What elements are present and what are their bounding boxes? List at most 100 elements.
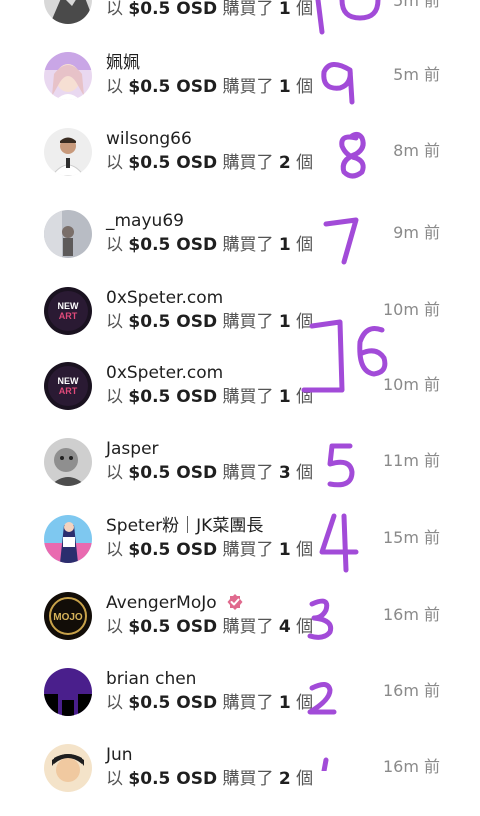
quantity-unit: 個 <box>296 540 314 560</box>
purchase-prefix: 以 <box>106 153 123 173</box>
buyer-name[interactable]: Jun <box>106 744 133 766</box>
buyer-name[interactable]: Jasper <box>106 438 159 460</box>
avatar[interactable]: MOJO <box>44 592 92 640</box>
quantity-unit: 個 <box>296 312 314 332</box>
price: $0.5 OSD <box>128 312 218 332</box>
purchase-verb: 購買了 <box>222 0 274 19</box>
timestamp: 16m 前 <box>382 605 440 624</box>
avatar[interactable] <box>44 210 92 258</box>
purchase-verb: 購買了 <box>222 387 274 407</box>
purchase-detail: 以 $0.5 OSD 購買了 1 個 <box>106 386 313 408</box>
price: $0.5 OSD <box>128 769 218 789</box>
avatar[interactable] <box>44 438 92 486</box>
quantity: 1 <box>278 693 291 713</box>
price: $0.5 OSD <box>128 693 218 713</box>
purchase-detail: 以 $0.5 OSD 購買了 1 個 <box>106 0 313 20</box>
timestamp: 8m 前 <box>393 141 440 160</box>
purchase-prefix: 以 <box>106 312 123 332</box>
list-item[interactable]: brian chen 以 $0.5 OSD 購買了 1 個 16m 前 <box>0 668 480 740</box>
list-item[interactable]: wilsong66 以 $0.5 OSD 購買了 2 個 8m 前 <box>0 128 480 200</box>
avatar[interactable] <box>44 668 92 716</box>
list-item[interactable]: _mayu69 以 $0.5 OSD 購買了 1 個 9m 前 <box>0 210 480 282</box>
timestamp: 16m 前 <box>382 681 440 700</box>
quantity: 3 <box>278 463 291 483</box>
buyer-name[interactable]: AvengerMoJo <box>106 592 244 614</box>
quantity: 1 <box>278 312 291 332</box>
quantity-unit: 個 <box>296 617 314 637</box>
purchase-detail: 以 $0.5 OSD 購買了 2 個 <box>106 768 313 790</box>
price: $0.5 OSD <box>128 387 218 407</box>
timestamp: 15m 前 <box>382 528 440 547</box>
svg-text:NEW: NEW <box>58 301 80 311</box>
list-item[interactable]: MOJO AvengerMoJo 以 $0.5 OSD 購買了 4 個 16m … <box>0 592 480 664</box>
purchase-verb: 購買了 <box>222 235 274 255</box>
price: $0.5 OSD <box>128 463 218 483</box>
timestamp: 10m 前 <box>382 300 440 319</box>
avatar[interactable] <box>44 744 92 792</box>
purchase-verb: 購買了 <box>222 312 274 332</box>
purchase-detail: 以 $0.5 OSD 購買了 1 個 <box>106 692 313 714</box>
list-item[interactable]: Jun 以 $0.5 OSD 購買了 2 個 16m 前 <box>0 744 480 816</box>
quantity: 1 <box>278 235 291 255</box>
list-item[interactable]: Speter粉｜JK菜團長 以 $0.5 OSD 購買了 1 個 15m 前 <box>0 515 480 587</box>
verified-badge-icon <box>227 594 243 610</box>
avatar[interactable]: NEW ART <box>44 287 92 335</box>
purchase-detail: 以 $0.5 OSD 購買了 1 個 <box>106 539 313 561</box>
buyer-name[interactable]: _mayu69 <box>106 210 184 232</box>
svg-text:ART: ART <box>59 311 78 321</box>
list-item[interactable]: 以 $0.5 OSD 購買了 1 個 5m 前 <box>0 0 480 58</box>
svg-text:MOJO: MOJO <box>53 612 83 623</box>
purchase-prefix: 以 <box>106 0 123 19</box>
quantity-unit: 個 <box>296 153 314 173</box>
buyer-name[interactable]: wilsong66 <box>106 128 192 150</box>
purchase-detail: 以 $0.5 OSD 購買了 1 個 <box>106 311 313 333</box>
list-item[interactable]: 姵姵 以 $0.5 OSD 購買了 1 個 5m 前 <box>0 52 480 124</box>
quantity: 2 <box>278 769 291 789</box>
avatar[interactable] <box>44 0 92 24</box>
quantity: 1 <box>278 540 291 560</box>
purchase-detail: 以 $0.5 OSD 購買了 1 個 <box>106 234 313 256</box>
buyer-name-text: AvengerMoJo <box>106 593 217 613</box>
buyer-name[interactable]: brian chen <box>106 668 196 690</box>
timestamp: 9m 前 <box>393 223 440 242</box>
price: $0.5 OSD <box>128 77 218 97</box>
buyer-name[interactable]: 0xSpeter.com <box>106 362 223 384</box>
quantity-unit: 個 <box>296 693 314 713</box>
timestamp: 10m 前 <box>382 375 440 394</box>
purchase-detail: 以 $0.5 OSD 購買了 4 個 <box>106 616 313 638</box>
purchase-verb: 購買了 <box>222 540 274 560</box>
purchase-verb: 購買了 <box>222 769 274 789</box>
quantity: 1 <box>278 0 291 19</box>
list-item[interactable]: NEW ART 0xSpeter.com 以 $0.5 OSD 購買了 1 個 … <box>0 362 480 434</box>
list-item[interactable]: NEW ART 0xSpeter.com 以 $0.5 OSD 購買了 1 個 … <box>0 287 480 359</box>
purchase-prefix: 以 <box>106 617 123 637</box>
list-item[interactable]: Jasper 以 $0.5 OSD 購買了 3 個 11m 前 <box>0 438 480 510</box>
purchase-prefix: 以 <box>106 769 123 789</box>
buyer-name[interactable]: 0xSpeter.com <box>106 287 223 309</box>
quantity-unit: 個 <box>296 463 314 483</box>
price: $0.5 OSD <box>128 617 218 637</box>
quantity-unit: 個 <box>296 0 314 19</box>
quantity: 1 <box>278 387 291 407</box>
avatar[interactable]: NEW ART <box>44 362 92 410</box>
timestamp: 5m 前 <box>393 0 440 10</box>
purchase-prefix: 以 <box>106 463 123 483</box>
purchase-prefix: 以 <box>106 540 123 560</box>
purchase-feed: 以 $0.5 OSD 購買了 1 個 5m 前 姵姵 以 $0.5 OSD 購買… <box>0 0 480 792</box>
quantity: 4 <box>278 617 291 637</box>
quantity: 1 <box>278 77 291 97</box>
avatar[interactable] <box>44 128 92 176</box>
avatar[interactable] <box>44 52 92 100</box>
price: $0.5 OSD <box>128 0 218 19</box>
avatar[interactable] <box>44 515 92 563</box>
purchase-prefix: 以 <box>106 693 123 713</box>
purchase-verb: 購買了 <box>222 617 274 637</box>
timestamp: 16m 前 <box>382 757 440 776</box>
purchase-detail: 以 $0.5 OSD 購買了 3 個 <box>106 462 313 484</box>
buyer-name[interactable]: Speter粉｜JK菜團長 <box>106 515 263 537</box>
buyer-name[interactable]: 姵姵 <box>106 52 140 74</box>
quantity-unit: 個 <box>296 387 314 407</box>
quantity-unit: 個 <box>296 235 314 255</box>
purchase-prefix: 以 <box>106 77 123 97</box>
quantity-unit: 個 <box>296 77 314 97</box>
